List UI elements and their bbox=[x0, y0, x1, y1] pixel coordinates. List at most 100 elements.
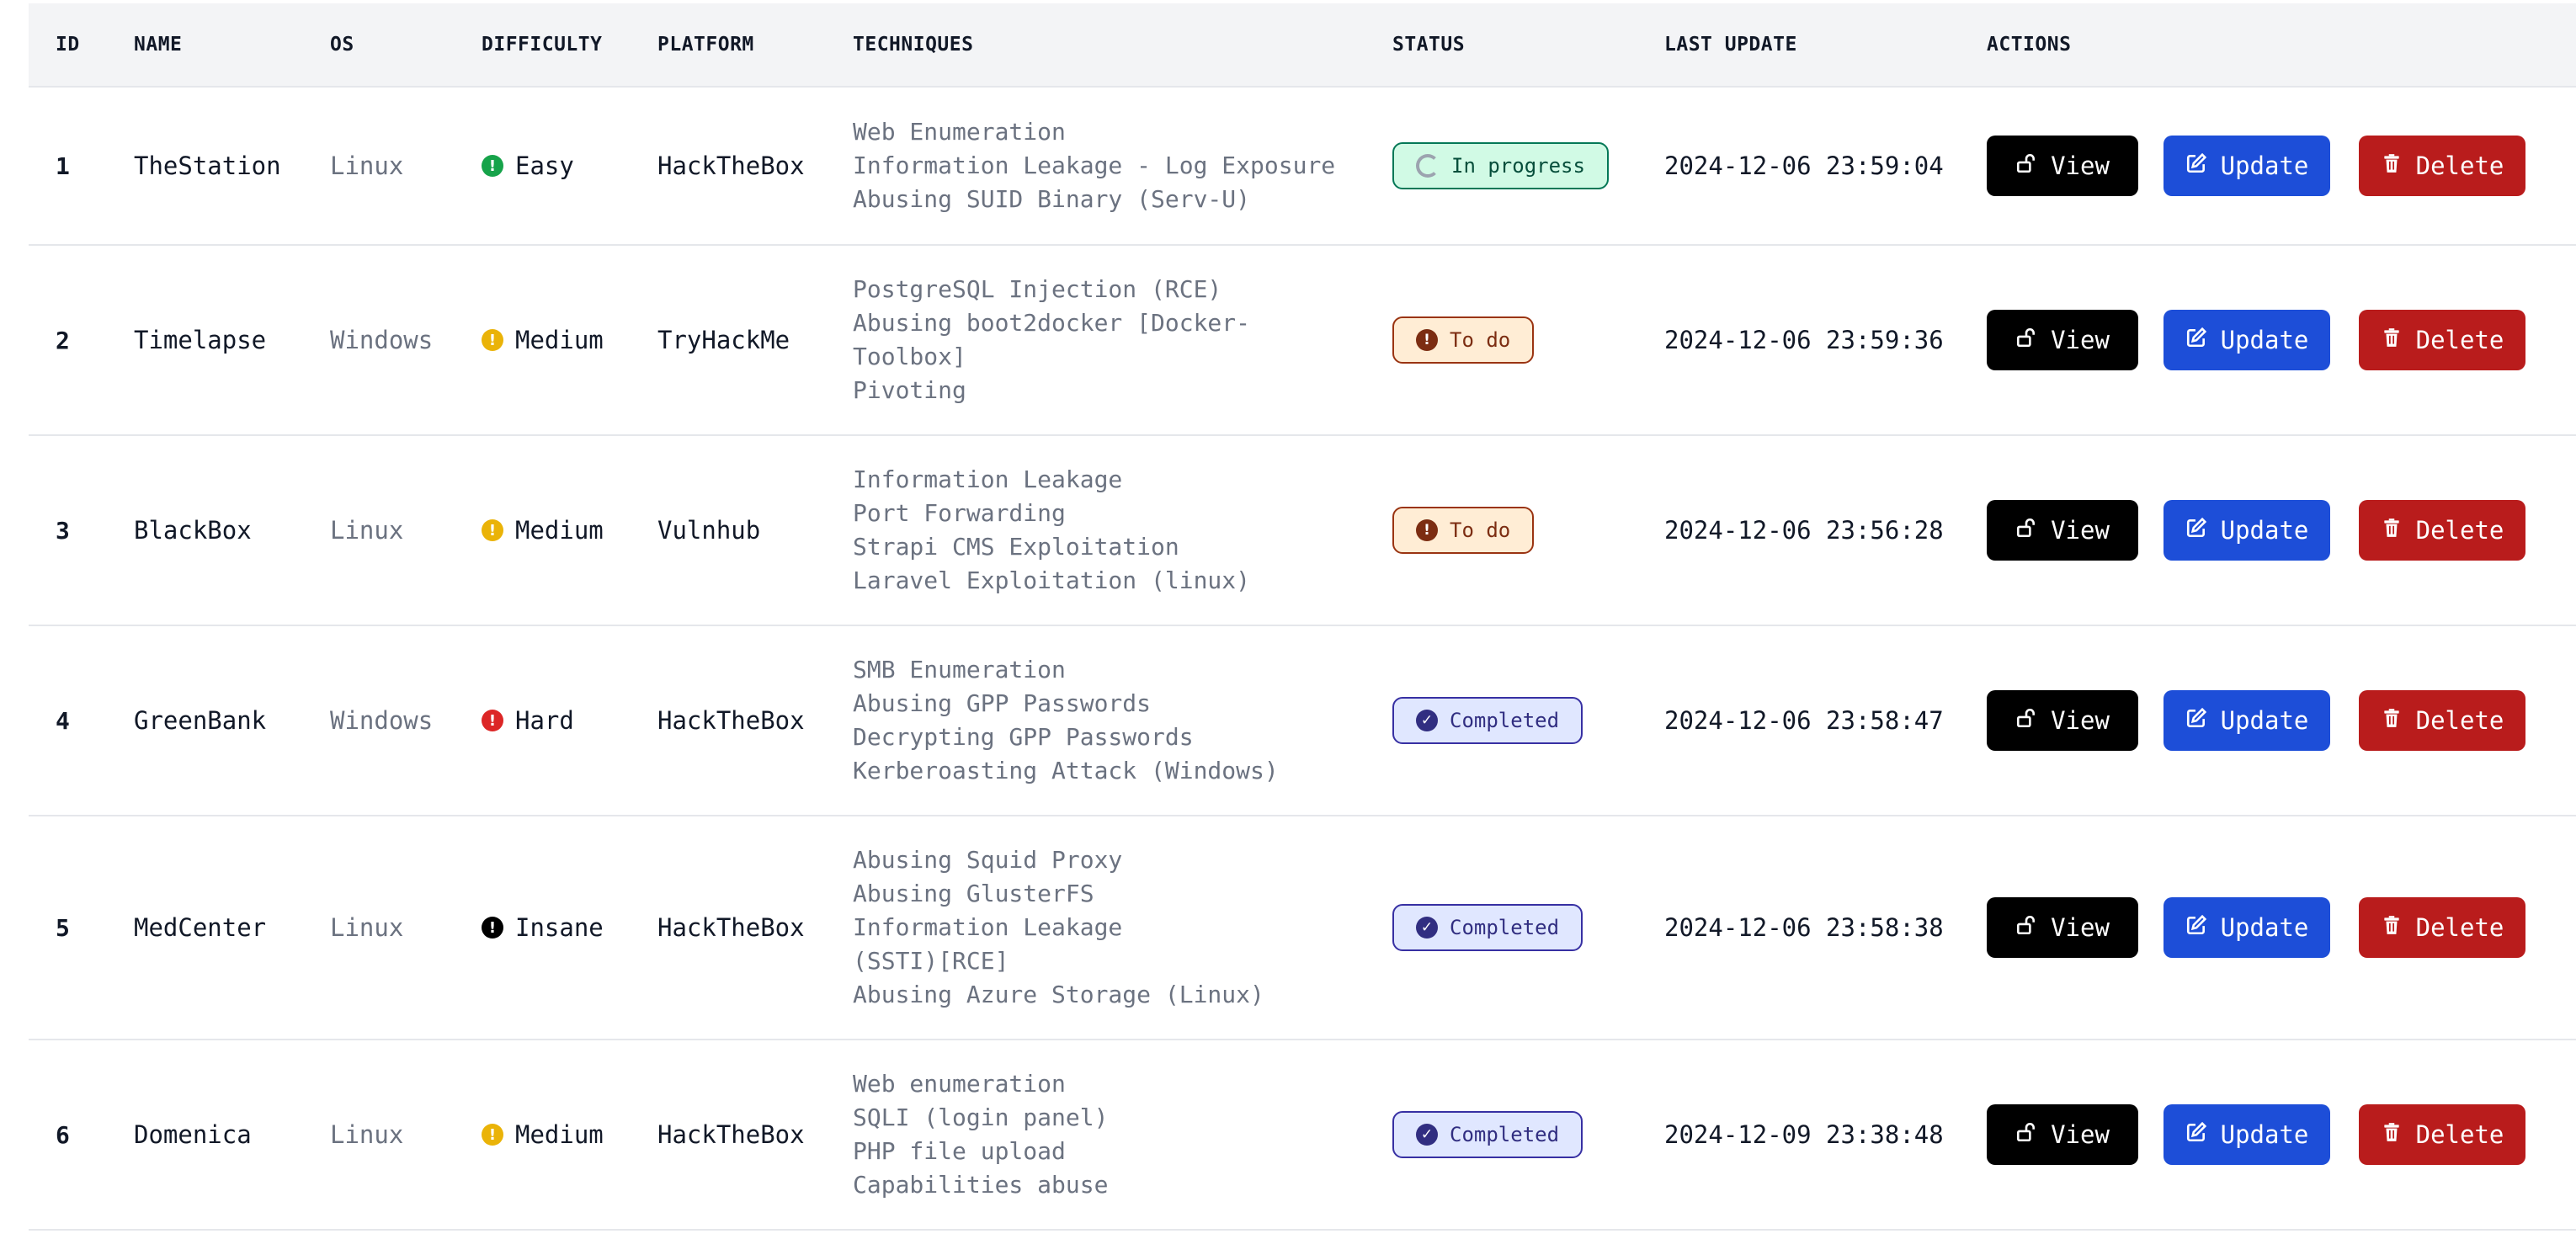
technique-line: Abusing SUID Binary (Serv-U) bbox=[853, 185, 1251, 213]
exclamation-icon: ! bbox=[1416, 329, 1438, 351]
unlock-icon bbox=[2015, 516, 2037, 545]
header-difficulty: DIFFICULTY bbox=[482, 34, 603, 56]
header-os: OS bbox=[330, 34, 354, 56]
view-button-label: View bbox=[2051, 326, 2110, 354]
delete-button-label: Delete bbox=[2415, 913, 2504, 942]
unlock-icon bbox=[2015, 152, 2037, 180]
delete-button[interactable]: Delete bbox=[2359, 897, 2525, 958]
update-button[interactable]: Update bbox=[2164, 897, 2330, 958]
technique-line: Decrypting GPP Passwords bbox=[853, 723, 1194, 751]
edit-icon bbox=[2185, 516, 2207, 545]
update-button-label: Update bbox=[2220, 706, 2309, 735]
technique-line: Web Enumeration bbox=[853, 118, 1066, 146]
header-name: NAME bbox=[134, 34, 183, 56]
status-label: To do bbox=[1450, 518, 1511, 542]
cell-platform: TryHackMe bbox=[657, 326, 790, 354]
header-platform: PLATFORM bbox=[657, 34, 754, 56]
spinner-icon bbox=[1416, 154, 1440, 178]
view-button[interactable]: View bbox=[1987, 690, 2138, 751]
view-button-label: View bbox=[2051, 516, 2110, 545]
table-header: ID NAME OS DIFFICULTY PLATFORM TECHNIQUE… bbox=[29, 3, 2576, 88]
status-label: To do bbox=[1450, 328, 1511, 352]
technique-line: Information Leakage bbox=[853, 913, 1123, 941]
view-button[interactable]: View bbox=[1987, 1104, 2138, 1165]
view-button[interactable]: View bbox=[1987, 897, 2138, 958]
status-label: Completed bbox=[1450, 709, 1560, 732]
edit-icon bbox=[2185, 1120, 2207, 1149]
status-badge: ✓ Completed bbox=[1392, 697, 1583, 744]
cell-platform: HackTheBox bbox=[657, 1120, 805, 1149]
technique-line: Web enumeration bbox=[853, 1070, 1066, 1098]
difficulty-icon: ! bbox=[482, 329, 503, 351]
update-button[interactable]: Update bbox=[2164, 1104, 2330, 1165]
view-button[interactable]: View bbox=[1987, 310, 2138, 370]
cell-os: Linux bbox=[330, 1120, 404, 1149]
cell-id: 2 bbox=[56, 326, 70, 354]
table-row: 1 TheStation Linux ! Easy HackTheBox Web… bbox=[29, 88, 2576, 246]
edit-icon bbox=[2185, 152, 2207, 180]
update-button[interactable]: Update bbox=[2164, 136, 2330, 196]
difficulty-label: Insane bbox=[515, 913, 604, 942]
view-button[interactable]: View bbox=[1987, 500, 2138, 561]
trash-icon bbox=[2381, 706, 2403, 735]
cell-os: Windows bbox=[330, 706, 434, 735]
header-status: STATUS bbox=[1392, 34, 1466, 56]
cell-techniques: Abusing Squid Proxy Abusing GlusterFS Info… bbox=[853, 816, 1264, 1039]
cell-name: Timelapse bbox=[134, 326, 267, 354]
header-techniques: TECHNIQUES bbox=[853, 34, 974, 56]
cell-last-update: 2024-12-06 23:59:04 bbox=[1664, 152, 1944, 180]
unlock-icon bbox=[2015, 1120, 2037, 1149]
delete-button[interactable]: Delete bbox=[2359, 690, 2525, 751]
delete-button-label: Delete bbox=[2415, 152, 2504, 180]
update-button[interactable]: Update bbox=[2164, 310, 2330, 370]
difficulty-icon: ! bbox=[482, 710, 503, 731]
edit-icon bbox=[2185, 706, 2207, 735]
view-button[interactable]: View bbox=[1987, 136, 2138, 196]
header-id: ID bbox=[56, 34, 80, 56]
cell-id: 5 bbox=[56, 913, 70, 942]
table-body: 1 TheStation Linux ! Easy HackTheBox Web… bbox=[29, 88, 2576, 1231]
technique-line: PostgreSQL Injection (RCE) bbox=[853, 275, 1222, 303]
difficulty-icon: ! bbox=[482, 917, 503, 939]
view-button-label: View bbox=[2051, 1120, 2110, 1149]
delete-button-label: Delete bbox=[2415, 1120, 2504, 1149]
view-button-label: View bbox=[2051, 152, 2110, 180]
difficulty-icon: ! bbox=[482, 519, 503, 541]
cell-difficulty: ! Medium bbox=[482, 1040, 604, 1229]
update-button-label: Update bbox=[2220, 326, 2309, 354]
technique-line: Abusing Azure Storage (Linux) bbox=[853, 981, 1264, 1008]
cell-status: In progress bbox=[1392, 88, 1609, 244]
delete-button[interactable]: Delete bbox=[2359, 1104, 2525, 1165]
edit-icon bbox=[2185, 913, 2207, 942]
cell-techniques: Web Enumeration Information Leakage - Log… bbox=[853, 88, 1335, 244]
view-button-label: View bbox=[2051, 913, 2110, 942]
technique-line: Pivoting bbox=[853, 376, 966, 404]
delete-button[interactable]: Delete bbox=[2359, 136, 2525, 196]
cell-techniques: PostgreSQL Injection (RCE) Abusing boot2d… bbox=[853, 246, 1250, 434]
cell-id: 4 bbox=[56, 706, 70, 735]
table-row: 3 BlackBox Linux ! Medium Vulnhub Inform… bbox=[29, 436, 2576, 626]
technique-line: SQLI (login panel) bbox=[853, 1103, 1109, 1131]
update-button-label: Update bbox=[2220, 152, 2309, 180]
cell-difficulty: ! Hard bbox=[482, 626, 574, 815]
cell-status: ! To do bbox=[1392, 246, 1535, 434]
unlock-icon bbox=[2015, 326, 2037, 354]
technique-line: PHP file upload bbox=[853, 1137, 1066, 1165]
update-button-label: Update bbox=[2220, 1120, 2309, 1149]
cell-id: 6 bbox=[56, 1120, 70, 1149]
delete-button-label: Delete bbox=[2415, 706, 2504, 735]
exclamation-icon: ! bbox=[1416, 519, 1438, 541]
cell-last-update: 2024-12-06 23:56:28 bbox=[1664, 516, 1944, 545]
delete-button[interactable]: Delete bbox=[2359, 310, 2525, 370]
status-badge: In progress bbox=[1392, 142, 1609, 189]
difficulty-label: Medium bbox=[515, 516, 604, 545]
cell-status: ✓ Completed bbox=[1392, 1040, 1583, 1229]
status-label: Completed bbox=[1450, 1123, 1560, 1146]
technique-line: Toolbox] bbox=[853, 343, 966, 370]
delete-button[interactable]: Delete bbox=[2359, 500, 2525, 561]
technique-line: Kerberoasting Attack (Windows) bbox=[853, 757, 1279, 784]
update-button[interactable]: Update bbox=[2164, 690, 2330, 751]
update-button[interactable]: Update bbox=[2164, 500, 2330, 561]
cell-os: Linux bbox=[330, 152, 404, 180]
technique-line: Abusing boot2docker [Docker- bbox=[853, 309, 1251, 337]
